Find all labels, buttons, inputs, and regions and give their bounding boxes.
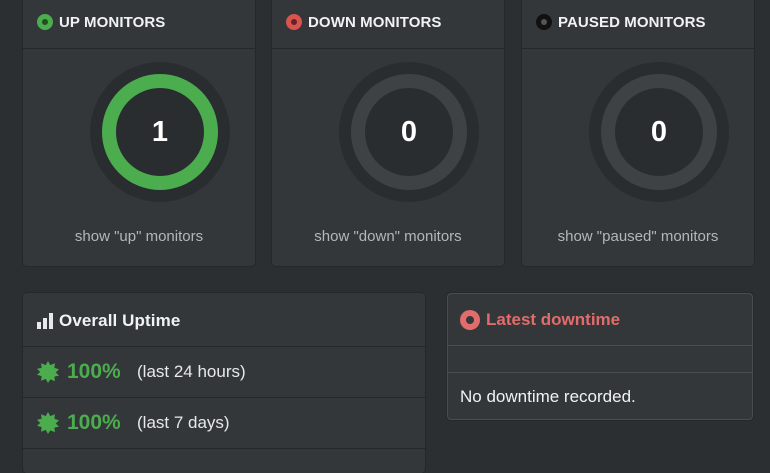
paused-monitors-ring: 0 <box>601 74 717 190</box>
uptime-percent: 100% <box>67 360 121 383</box>
up-monitors-header: UP MONITORS <box>23 0 255 49</box>
overall-uptime-title: Overall Uptime <box>59 310 181 330</box>
uptime-row-7d: 100% (last 7 days) <box>23 398 425 449</box>
paused-monitors-count: 0 <box>650 115 668 148</box>
show-up-monitors-link[interactable]: show "up" monitors <box>23 228 255 245</box>
latest-downtime-header: Latest downtime <box>448 294 752 346</box>
down-monitors-gauge: 0 <box>339 62 479 202</box>
latest-downtime-title: Latest downtime <box>486 309 621 329</box>
down-monitors-header: DOWN MONITORS <box>272 0 504 49</box>
up-monitors-count: 1 <box>151 115 169 148</box>
red-circle-icon <box>460 309 480 330</box>
paused-monitors-panel: PAUSED MONITORS 0 show "paused" monitors <box>522 0 754 266</box>
green-status-dot-icon <box>37 14 53 30</box>
down-monitors-ring: 0 <box>351 74 467 190</box>
up-monitors-ring: 1 <box>102 74 218 190</box>
uptime-period: (last 7 days) <box>137 413 230 432</box>
down-monitors-count: 0 <box>400 115 418 148</box>
up-monitors-title: UP MONITORS <box>59 13 166 31</box>
divider <box>448 346 752 373</box>
overall-uptime-header: Overall Uptime <box>23 293 425 347</box>
bar-chart-icon <box>37 312 53 329</box>
paused-monitors-gauge: 0 <box>589 62 729 202</box>
show-paused-monitors-link[interactable]: show "paused" monitors <box>522 228 754 245</box>
burst-icon <box>37 361 59 383</box>
overall-uptime-panel: Overall Uptime 100% (last 24 hours) 100%… <box>23 293 425 473</box>
paused-monitors-header: PAUSED MONITORS <box>522 0 754 49</box>
uptime-row-24h: 100% (last 24 hours) <box>23 347 425 398</box>
latest-downtime-panel: Latest downtime No downtime recorded. <box>447 293 753 420</box>
uptime-percent: 100% <box>67 411 121 434</box>
burst-icon <box>37 412 59 434</box>
down-monitors-panel: DOWN MONITORS 0 show "down" monitors <box>272 0 504 266</box>
up-monitors-gauge: 1 <box>90 62 230 202</box>
uptime-period: (last 24 hours) <box>137 362 246 381</box>
red-status-dot-icon <box>286 14 302 30</box>
show-down-monitors-link[interactable]: show "down" monitors <box>272 228 504 245</box>
downtime-message: No downtime recorded. <box>460 387 636 406</box>
paused-monitors-title: PAUSED MONITORS <box>558 13 706 31</box>
up-monitors-panel: UP MONITORS 1 show "up" monitors <box>23 0 255 266</box>
black-status-dot-icon <box>536 14 552 30</box>
down-monitors-title: DOWN MONITORS <box>308 13 442 31</box>
